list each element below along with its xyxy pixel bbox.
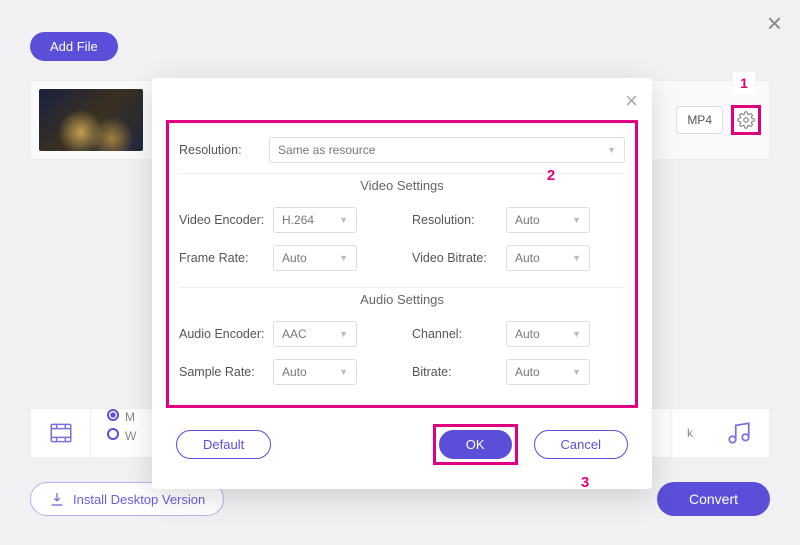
download-icon (49, 491, 65, 507)
video-resolution-label: Resolution: (412, 213, 506, 227)
add-file-button[interactable]: Add File (30, 32, 118, 61)
radio-option-2[interactable] (107, 428, 119, 440)
audio-encoder-label: Audio Encoder: (179, 327, 273, 341)
annotation-2: 2 (540, 164, 562, 186)
frame-rate-value: Auto (282, 251, 307, 265)
audio-bitrate-value: Auto (515, 365, 540, 379)
video-encoder-value: H.264 (282, 213, 314, 227)
chevron-down-icon: ▼ (572, 253, 581, 263)
chevron-down-icon: ▼ (607, 145, 616, 155)
chevron-down-icon: ▼ (339, 367, 348, 377)
sample-rate-label: Sample Rate: (179, 365, 273, 379)
video-bitrate-label: Video Bitrate: (412, 251, 506, 265)
format-badge[interactable]: MP4 (676, 106, 723, 134)
chevron-down-icon: ▼ (572, 367, 581, 377)
video-bitrate-select[interactable]: Auto ▼ (506, 245, 590, 271)
settings-dialog: × 2 Resolution: Same as resource ▼ Video… (152, 78, 652, 489)
sample-rate-value: Auto (282, 365, 307, 379)
video-resolution-select[interactable]: Auto ▼ (506, 207, 590, 233)
format-option-1-label: M (125, 410, 135, 424)
top-resolution-label: Resolution: (179, 143, 269, 157)
film-icon (48, 420, 74, 446)
bottom-trailing: k (671, 409, 709, 457)
audio-bitrate-select[interactable]: Auto ▼ (506, 359, 590, 385)
settings-gear-button[interactable] (731, 105, 761, 135)
chevron-down-icon: ▼ (339, 253, 348, 263)
audio-encoder-select[interactable]: AAC ▼ (273, 321, 357, 347)
audio-settings-heading: Audio Settings (179, 292, 625, 307)
format-option-2-label: W (125, 429, 136, 443)
video-encoder-select[interactable]: H.264 ▼ (273, 207, 357, 233)
gear-icon (737, 111, 755, 129)
frame-rate-select[interactable]: Auto ▼ (273, 245, 357, 271)
top-resolution-select[interactable]: Same as resource ▼ (269, 137, 625, 163)
radio-option-1[interactable] (107, 409, 119, 421)
window-close-icon[interactable]: × (767, 8, 782, 39)
default-button[interactable]: Default (176, 430, 271, 459)
video-thumbnail[interactable] (39, 89, 143, 151)
music-icon[interactable] (726, 420, 752, 446)
annotation-3: 3 (574, 471, 596, 493)
annotation-frame-3: OK (433, 424, 518, 465)
channel-select[interactable]: Auto ▼ (506, 321, 590, 347)
top-resolution-value: Same as resource (278, 143, 375, 157)
annotation-frame-2: Resolution: Same as resource ▼ Video Set… (166, 120, 638, 408)
video-encoder-label: Video Encoder: (179, 213, 273, 227)
frame-rate-label: Frame Rate: (179, 251, 273, 265)
video-bitrate-value: Auto (515, 251, 540, 265)
sample-rate-select[interactable]: Auto ▼ (273, 359, 357, 385)
install-desktop-label: Install Desktop Version (73, 492, 205, 507)
cancel-button[interactable]: Cancel (534, 430, 628, 459)
audio-bitrate-label: Bitrate: (412, 365, 506, 379)
audio-encoder-value: AAC (282, 327, 307, 341)
video-resolution-value: Auto (515, 213, 540, 227)
divider (179, 287, 625, 288)
channel-label: Channel: (412, 327, 506, 341)
chevron-down-icon: ▼ (572, 215, 581, 225)
channel-value: Auto (515, 327, 540, 341)
convert-button[interactable]: Convert (657, 482, 770, 516)
chevron-down-icon: ▼ (339, 329, 348, 339)
chevron-down-icon: ▼ (572, 329, 581, 339)
chevron-down-icon: ▼ (339, 215, 348, 225)
dialog-close-icon[interactable]: × (625, 88, 638, 114)
ok-button[interactable]: OK (439, 430, 512, 459)
annotation-1: 1 (733, 72, 755, 94)
